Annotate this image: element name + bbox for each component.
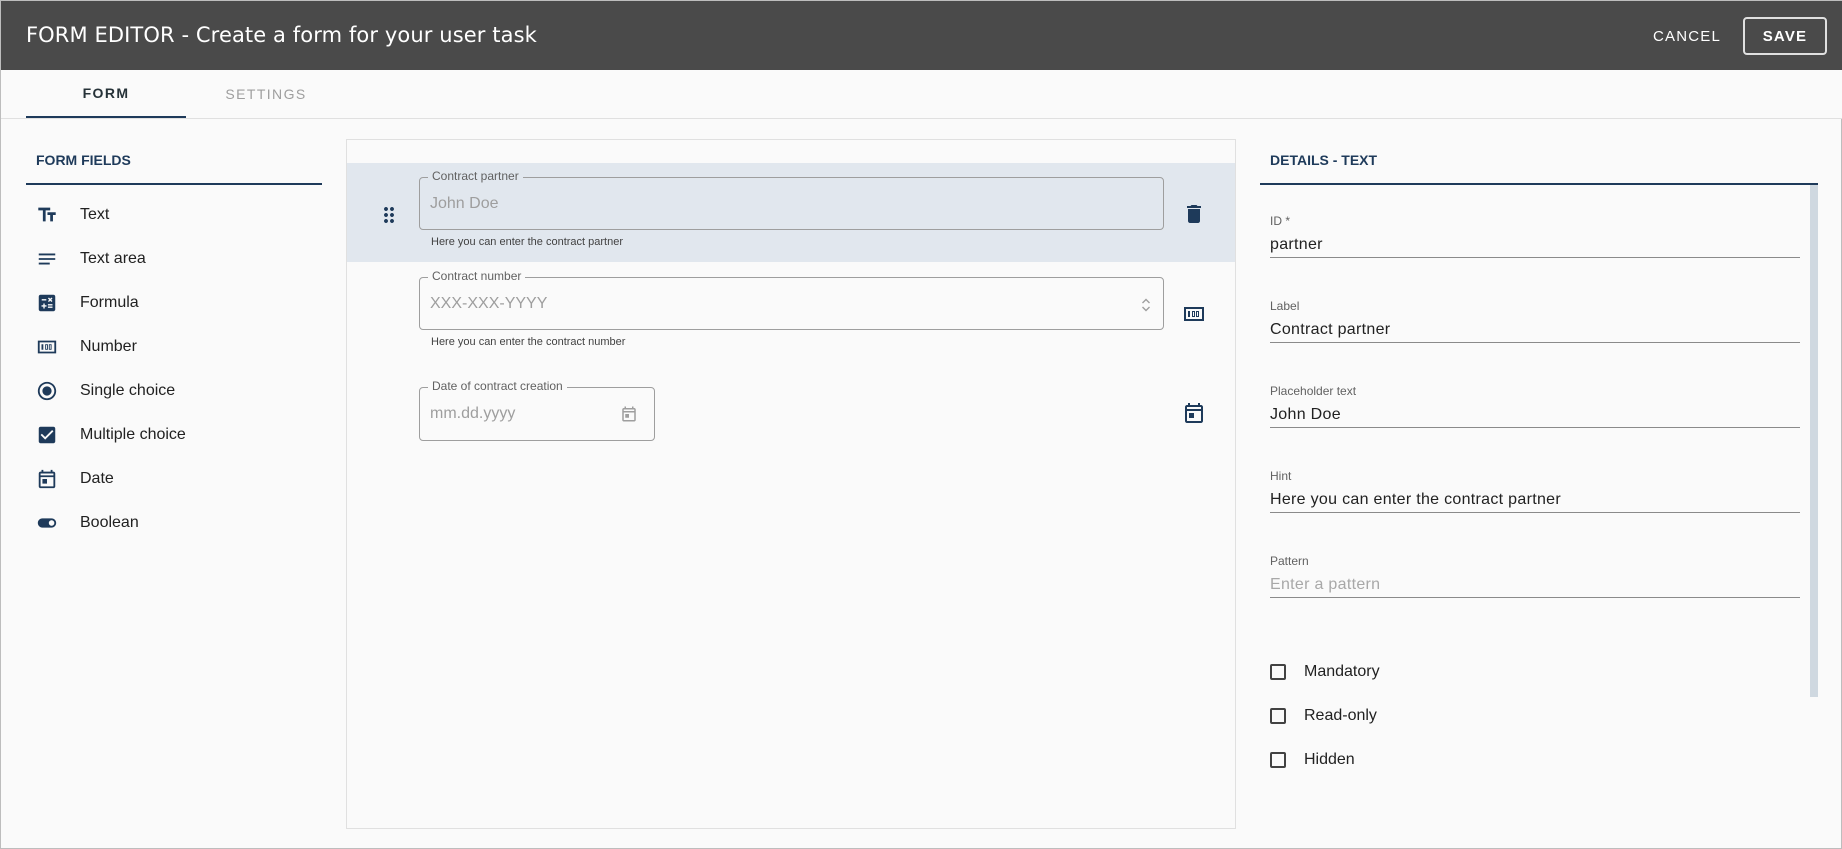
number-icon: [1182, 302, 1206, 326]
field-type-label: Boolean: [80, 514, 139, 531]
label-input[interactable]: [1270, 317, 1800, 343]
form-canvas: Contract partner Here you can enter the …: [346, 139, 1236, 829]
field-type-number[interactable]: Number: [26, 327, 322, 367]
tab-form[interactable]: FORM: [26, 70, 186, 118]
mandatory-checkbox[interactable]: Mandatory: [1270, 660, 1380, 684]
field-type-label: Date: [80, 470, 114, 487]
pattern-label: Pattern: [1270, 554, 1309, 568]
text-fields-icon: [26, 203, 70, 227]
checkbox-box[interactable]: [1270, 664, 1286, 680]
details-divider: [1260, 183, 1818, 185]
save-button[interactable]: SAVE: [1743, 17, 1827, 55]
checkbox-label: Hidden: [1304, 751, 1355, 768]
field-type-label: Formula: [80, 294, 139, 311]
pattern-property: Pattern: [1270, 554, 1800, 598]
checkbox-icon: [26, 423, 70, 447]
field-type-label: Number: [80, 338, 137, 355]
hint-input[interactable]: [1270, 487, 1800, 513]
field-hint: Here you can enter the contract number: [431, 336, 626, 348]
hint-label: Hint: [1270, 469, 1292, 483]
placeholder-property: Placeholder text: [1270, 384, 1800, 428]
contract-number-field[interactable]: Contract number: [419, 269, 1164, 330]
field-type-label: Text area: [80, 250, 146, 267]
details-title: DETAILS - TEXT: [1270, 152, 1378, 168]
placeholder-input[interactable]: [1270, 402, 1800, 428]
checkbox-box[interactable]: [1270, 708, 1286, 724]
delete-icon[interactable]: [1182, 202, 1206, 226]
field-type-label: Single choice: [80, 382, 176, 399]
spinner-icon[interactable]: [1139, 296, 1153, 314]
contract-partner-input[interactable]: [430, 178, 1150, 229]
tab-bar: FORM SETTINGS: [1, 70, 1842, 119]
tab-settings[interactable]: SETTINGS: [186, 70, 346, 118]
form-editor-dialog: FORM EDITOR - Create a form for your use…: [0, 0, 1842, 849]
contract-date-input[interactable]: [430, 388, 610, 440]
calendar-picker-icon[interactable]: [620, 405, 638, 423]
drag-handle-icon[interactable]: [377, 203, 401, 227]
field-type-text-area[interactable]: Text area: [26, 239, 322, 279]
radio-icon: [26, 379, 70, 403]
contract-creation-date-field[interactable]: Date of contract creation: [419, 379, 655, 441]
checkbox-box[interactable]: [1270, 752, 1286, 768]
checkbox-label: Read-only: [1304, 707, 1377, 724]
form-fields-divider: [26, 183, 322, 185]
field-type-boolean[interactable]: Boolean: [26, 503, 322, 543]
toggle-icon: [26, 511, 70, 535]
field-type-formula[interactable]: Formula: [26, 283, 322, 323]
number-icon: [26, 335, 70, 359]
checkbox-label: Mandatory: [1304, 663, 1380, 680]
cancel-button[interactable]: CANCEL: [1641, 20, 1733, 52]
field-type-label: Text: [80, 206, 110, 223]
pattern-input[interactable]: [1270, 572, 1800, 598]
id-property: ID *: [1270, 214, 1800, 258]
dialog-header: FORM EDITOR - Create a form for your use…: [1, 1, 1842, 70]
calendar-icon: [1182, 401, 1206, 425]
details-scrollbar[interactable]: [1810, 185, 1818, 697]
label-property: Label: [1270, 299, 1800, 343]
contract-number-input[interactable]: [430, 278, 1120, 329]
read-only-checkbox[interactable]: Read-only: [1270, 704, 1377, 728]
hidden-checkbox[interactable]: Hidden: [1270, 748, 1355, 772]
calculate-icon: [26, 291, 70, 315]
field-type-label: Multiple choice: [80, 426, 186, 443]
label-label: Label: [1270, 299, 1300, 313]
placeholder-label: Placeholder text: [1270, 384, 1357, 398]
field-type-single-choice[interactable]: Single choice: [26, 371, 322, 411]
field-type-multiple-choice[interactable]: Multiple choice: [26, 415, 322, 455]
id-input[interactable]: [1270, 232, 1800, 258]
field-type-date[interactable]: Date: [26, 459, 322, 499]
calendar-icon: [26, 467, 70, 491]
field-hint: Here you can enter the contract partner: [431, 236, 623, 248]
id-label: ID *: [1270, 214, 1291, 228]
field-type-text[interactable]: Text: [26, 195, 322, 235]
text-area-icon: [26, 247, 70, 271]
contract-partner-field[interactable]: Contract partner: [419, 169, 1164, 230]
hint-property: Hint: [1270, 469, 1800, 513]
form-fields-title: FORM FIELDS: [36, 152, 131, 168]
dialog-title: FORM EDITOR - Create a form for your use…: [26, 23, 537, 47]
